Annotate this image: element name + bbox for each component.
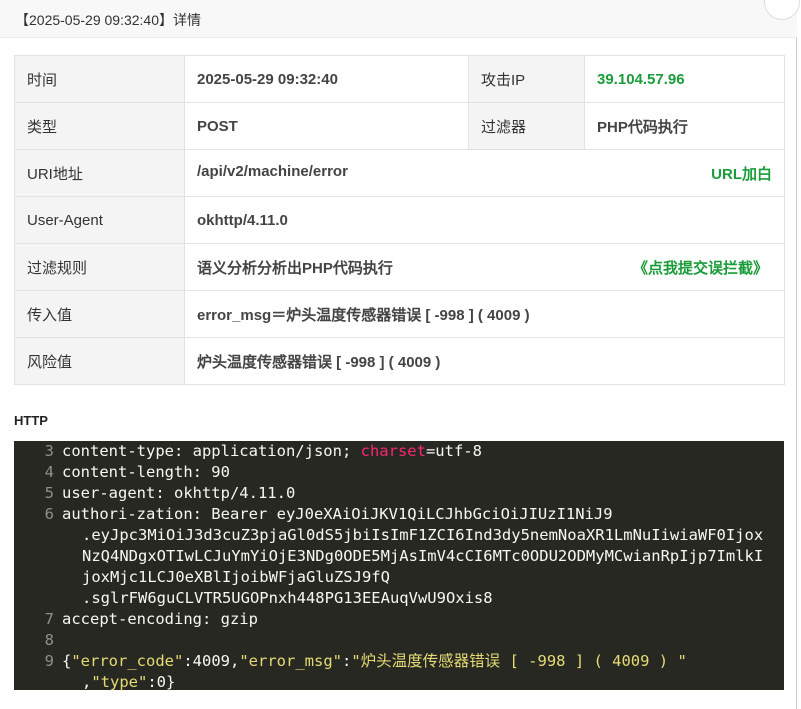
line-number: 6: [44, 505, 54, 523]
code-text: =utf-8: [425, 442, 482, 460]
input-label: 传入值: [14, 290, 185, 338]
code-line: 7 accept-encoding: gzip: [14, 609, 784, 630]
dialog-title-bar[interactable]: 【2025-05-29 09:32:40】详情: [0, 0, 797, 38]
filter-value: PHP代码执行: [584, 102, 785, 150]
detail-table: 时间 2025-05-29 09:32:40 攻击IP 39.104.57.96…: [14, 55, 785, 385]
time-value: 2025-05-29 09:32:40: [184, 55, 469, 103]
table-row: 类型 POST 过滤器 PHP代码执行: [14, 102, 785, 150]
code-text: .eyJpc3MiOiJ3d3cuZ3pjaGl0dS5jbiIsImF1ZCI…: [82, 526, 764, 544]
line-number: 3: [44, 442, 54, 460]
table-row: 过滤规则 语义分析分析出PHP代码执行 《点我提交误拦截》: [14, 243, 785, 291]
code-text: authori-zation: Bearer eyJ0eXAiOiJKV1QiL…: [62, 505, 613, 523]
uri-value: /api/v2/machine/error: [197, 162, 348, 180]
code-line-wrap: .eyJpc3MiOiJ3d3cuZ3pjaGl0dS5jbiIsImF1ZCI…: [14, 525, 784, 546]
line-number: 4: [44, 463, 54, 481]
ip-label: 攻击IP: [468, 55, 585, 103]
table-row: 风险值 炉头温度传感器错误 [ -998 ] ( 4009 ): [14, 337, 785, 385]
code-punct: {: [62, 652, 72, 670]
code-text: joxMjc1LCJ0eXBlIjoibWFjaGluZSJ9fQ: [82, 568, 390, 586]
code-text: user-agent: okhttp/4.11.0: [62, 484, 296, 502]
type-value: POST: [184, 102, 469, 150]
filter-label: 过滤器: [468, 102, 585, 150]
code-string: "error_msg": [239, 652, 342, 670]
uri-label: URI地址: [14, 149, 185, 197]
http-heading: HTTP: [14, 413, 48, 428]
code-line: 8: [14, 630, 784, 651]
rule-value: 语义分析分析出PHP代码执行: [197, 259, 393, 277]
input-value: error_msg＝炉头温度传感器错误 [ -998 ] ( 4009 ): [184, 290, 785, 338]
code-line: 5 user-agent: okhttp/4.11.0: [14, 483, 784, 504]
line-number: 8: [44, 631, 54, 649]
http-code-viewer[interactable]: 3 content-type: application/json; charse…: [14, 441, 784, 690]
code-line: 4 content-length: 90: [14, 462, 784, 483]
url-whitelist-button[interactable]: URL加白: [711, 163, 772, 184]
type-label: 类型: [14, 102, 185, 150]
code-line: 3 content-type: application/json; charse…: [14, 441, 784, 462]
code-line: 6 authori-zation: Bearer eyJ0eXAiOiJKV1Q…: [14, 504, 784, 525]
code-punct: :4009,: [183, 652, 240, 670]
code-string: "炉头温度传感器错误 [ -998 ] ( 4009 ) ": [351, 652, 687, 670]
report-false-positive-link[interactable]: 《点我提交误拦截》: [633, 257, 768, 278]
dialog-title: 【2025-05-29 09:32:40】详情: [15, 12, 201, 28]
code-punct: :0}: [147, 673, 176, 690]
code-line-wrap: .sglrFW6guCLVTR5UGOPnxh448PG13EEAuqVwU9O…: [14, 588, 784, 609]
ua-label: User-Agent: [14, 196, 185, 244]
code-text: NzQ4NDgxOTIwLCJuYmYiOjE3NDg0ODE5MjAsImV4…: [82, 547, 764, 565]
code-string: "type": [91, 673, 148, 690]
risk-label: 风险值: [14, 337, 185, 385]
table-row: 时间 2025-05-29 09:32:40 攻击IP 39.104.57.96: [14, 55, 785, 103]
code-punct: ,: [82, 673, 92, 690]
time-label: 时间: [14, 55, 185, 103]
line-number: 5: [44, 484, 54, 502]
risk-value: 炉头温度传感器错误 [ -998 ] ( 4009 ): [184, 337, 785, 385]
rule-label: 过滤规则: [14, 243, 185, 291]
line-number: 9: [44, 652, 54, 670]
ip-value: 39.104.57.96: [597, 70, 685, 88]
table-row: 传入值 error_msg＝炉头温度传感器错误 [ -998 ] ( 4009 …: [14, 290, 785, 338]
code-line: 9 {"error_code":4009,"error_msg":"炉头温度传感…: [14, 651, 784, 672]
line-number: 7: [44, 610, 54, 628]
code-line-wrap: NzQ4NDgxOTIwLCJuYmYiOjE3NDg0ODE5MjAsImV4…: [14, 546, 784, 567]
code-text: content-type: application/json;: [62, 442, 361, 460]
ua-value: okhttp/4.11.0: [184, 196, 785, 244]
code-line-wrap: ,"type":0}: [14, 672, 784, 690]
code-line-wrap: joxMjc1LCJ0eXBlIjoibWFjaGluZSJ9fQ: [14, 567, 784, 588]
code-text: accept-encoding: gzip: [62, 610, 258, 628]
code-string: "error_code": [71, 652, 184, 670]
table-row: URI地址 /api/v2/machine/error URL加白: [14, 149, 785, 197]
code-keyword: charset: [360, 442, 426, 460]
table-row: User-Agent okhttp/4.11.0: [14, 196, 785, 244]
code-punct: :: [341, 652, 352, 670]
code-text: content-length: 90: [62, 463, 230, 481]
code-text: .sglrFW6guCLVTR5UGOPnxh448PG13EEAuqVwU9O…: [82, 589, 493, 607]
detail-dialog: 【2025-05-29 09:32:40】详情 时间 2025-05-29 09…: [0, 0, 800, 709]
